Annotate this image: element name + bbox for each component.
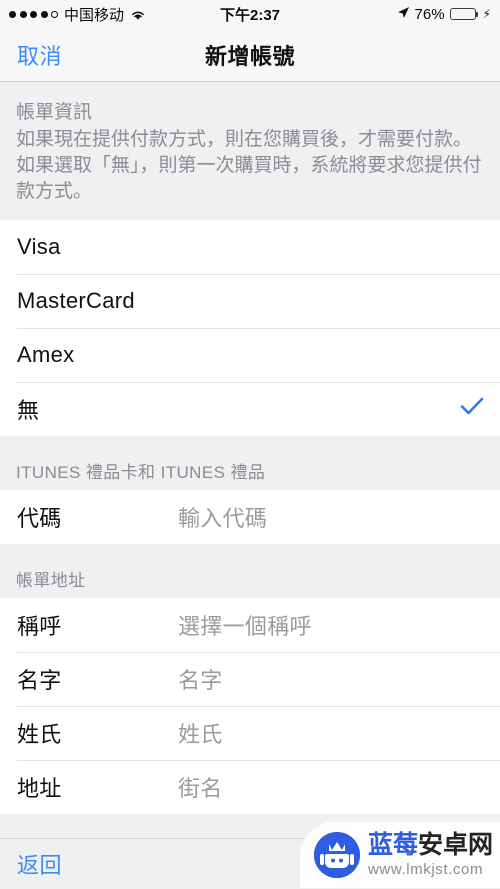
payment-option-mastercard[interactable]: MasterCard (0, 273, 500, 328)
status-bar: 中国移动 下午2:37 76% ⚡ (0, 0, 500, 28)
payment-option-amex[interactable]: Amex (0, 327, 500, 382)
billing-info-title: 帳單資訊 (16, 102, 93, 123)
signal-strength-icon (9, 10, 58, 18)
street-input[interactable]: 街名 (178, 771, 223, 803)
payment-option-none[interactable]: 無 (0, 381, 500, 436)
payment-method-group: Visa MasterCard Amex 無 (0, 219, 500, 436)
billing-info-description: 如果現在提供付款方式，則在您購買後，才需要付款。 如果選取「無」，則第一次購買時… (16, 129, 482, 203)
navigation-bar: 取消 新增帳號 (0, 28, 500, 82)
payment-option-label: Visa (17, 233, 61, 259)
watermark: 蓝莓安卓网 www.lmkjst.com (300, 822, 500, 888)
gift-card-code-row[interactable]: 代碼 輸入代碼 (0, 489, 500, 544)
first-name-input[interactable]: 名字 (178, 663, 223, 695)
gift-card-code-input[interactable]: 輸入代碼 (178, 501, 267, 533)
cancel-button[interactable]: 取消 (0, 39, 62, 71)
payment-option-label: MasterCard (17, 287, 135, 313)
watermark-title-part1: 蓝莓 (368, 831, 419, 859)
carrier-label: 中国移动 (64, 6, 125, 24)
back-button[interactable]: 返回 (0, 848, 62, 880)
field-label: 稱呼 (17, 613, 62, 639)
watermark-url: www.lmkjst.com (368, 861, 484, 878)
title-input[interactable]: 選擇一個稱呼 (178, 609, 312, 641)
billing-address-row-title[interactable]: 稱呼 選擇一個稱呼 (0, 597, 500, 652)
billing-address-group: 稱呼 選擇一個稱呼 名字 名字 姓氏 姓氏 地址 街名 (0, 597, 500, 814)
billing-info-section-header: 帳單資訊 如果現在提供付款方式，則在您購買後，才需要付款。 如果選取「無」，則第… (0, 82, 500, 220)
field-label: 名字 (17, 667, 62, 693)
gift-card-group: 代碼 輸入代碼 (0, 489, 500, 544)
gift-card-code-label: 代碼 (17, 505, 62, 531)
lightning-bolt-icon: ⚡ (482, 7, 491, 21)
watermark-title: 蓝莓安卓网 (368, 833, 493, 858)
status-bar-left: 中国移动 (9, 4, 146, 25)
page-title: 新增帳號 (204, 43, 295, 69)
android-robot-icon (314, 832, 360, 878)
payment-option-visa[interactable]: Visa (0, 219, 500, 274)
last-name-input[interactable]: 姓氏 (178, 717, 223, 749)
battery-percent-label: 76% (414, 5, 445, 23)
billing-address-title: 帳單地址 (16, 570, 86, 590)
wifi-icon (130, 8, 146, 20)
checkmark-icon (460, 396, 484, 421)
payment-option-label: Amex (17, 341, 75, 367)
billing-address-row-lastname[interactable]: 姓氏 姓氏 (0, 705, 500, 760)
payment-option-label: 無 (17, 397, 40, 423)
iphone-screen: 中国移动 下午2:37 76% ⚡ 取消 新增帳號 帳單資訊 如果現在提供付款方… (0, 0, 500, 889)
billing-address-row-firstname[interactable]: 名字 名字 (0, 651, 500, 706)
battery-icon (449, 7, 479, 21)
location-arrow-icon (397, 6, 410, 23)
gift-card-section-header: ITUNES 禮品卡和 ITUNES 禮品 (0, 436, 500, 490)
status-bar-right: 76% ⚡ (397, 6, 491, 23)
watermark-text: 蓝莓安卓网 www.lmkjst.com (368, 833, 493, 878)
settings-form-scroll[interactable]: 帳單資訊 如果現在提供付款方式，則在您購買後，才需要付款。 如果選取「無」，則第… (0, 82, 500, 838)
watermark-title-part2: 安卓网 (418, 831, 494, 859)
field-label: 姓氏 (17, 721, 62, 747)
billing-address-section-header: 帳單地址 (0, 544, 500, 598)
gift-card-title: ITUNES 禮品卡和 ITUNES 禮品 (16, 462, 266, 482)
billing-address-row-street[interactable]: 地址 街名 (0, 759, 500, 814)
field-label: 地址 (17, 775, 62, 801)
